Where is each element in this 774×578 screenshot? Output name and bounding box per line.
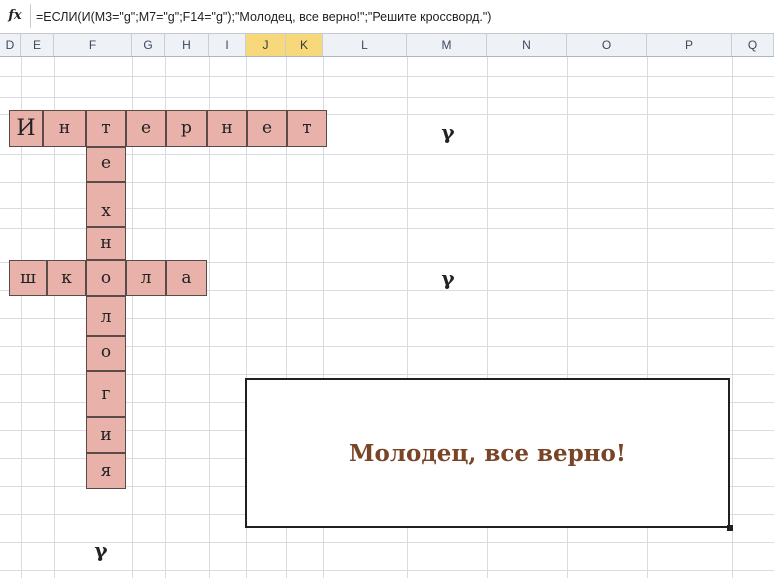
result-message: Молодец, все верно! [349,439,626,467]
column-header-H[interactable]: H [165,34,209,56]
check-mark: γ [441,266,455,290]
column-header-P[interactable]: P [647,34,732,56]
crossword-cell[interactable]: е [86,147,126,182]
crossword-cell[interactable]: л [126,260,166,296]
crossword-cell[interactable]: ш [9,260,47,296]
crossword-cell[interactable]: а [166,260,207,296]
column-header-F[interactable]: F [54,34,132,56]
column-header-Q[interactable]: Q [732,34,774,56]
crossword-cell[interactable]: т [287,110,327,147]
crossword-cell[interactable]: И [9,110,43,147]
crossword-cell[interactable]: о [86,336,126,371]
resize-handle[interactable] [727,525,733,531]
check-mark: γ [94,538,108,562]
column-header-D[interactable]: D [0,34,21,56]
column-header-O[interactable]: O [567,34,647,56]
formula-bar-divider [30,4,31,28]
crossword-cell[interactable]: е [126,110,166,147]
column-header-K[interactable]: K [286,34,323,56]
formula-input[interactable]: =ЕСЛИ(И(M3="g";M7="g";F14="g");"Молодец,… [36,0,491,34]
check-mark: γ [441,120,455,144]
crossword-cell[interactable]: х [86,182,126,227]
column-header-J[interactable]: J [246,34,286,56]
crossword-cell[interactable]: л [86,296,126,336]
column-header-M[interactable]: M [407,34,487,56]
column-header-L[interactable]: L [323,34,407,56]
crossword-cell[interactable]: т [86,110,126,147]
crossword-cell[interactable]: р [166,110,207,147]
formula-bar[interactable]: fx =ЕСЛИ(И(M3="g";M7="g";F14="g");"Молод… [0,0,774,34]
crossword-cell[interactable]: н [86,227,126,260]
crossword-cell[interactable]: е [247,110,287,147]
crossword-cell[interactable]: и [86,417,126,453]
crossword-cell[interactable]: г [86,371,126,417]
column-header-N[interactable]: N [487,34,567,56]
result-text-box[interactable]: Молодец, все верно! [245,378,730,528]
crossword-cell[interactable]: я [86,453,126,489]
column-header-I[interactable]: I [209,34,246,56]
fx-icon[interactable]: fx [4,7,26,25]
crossword-cell[interactable]: к [47,260,86,296]
crossword-cell[interactable]: о [86,260,126,296]
crossword-cell[interactable]: н [43,110,86,147]
column-header-G[interactable]: G [132,34,165,56]
column-header-row: D E F G H I J K L M N O P Q [0,34,774,57]
column-header-E[interactable]: E [21,34,54,56]
crossword-cell[interactable]: н [207,110,247,147]
